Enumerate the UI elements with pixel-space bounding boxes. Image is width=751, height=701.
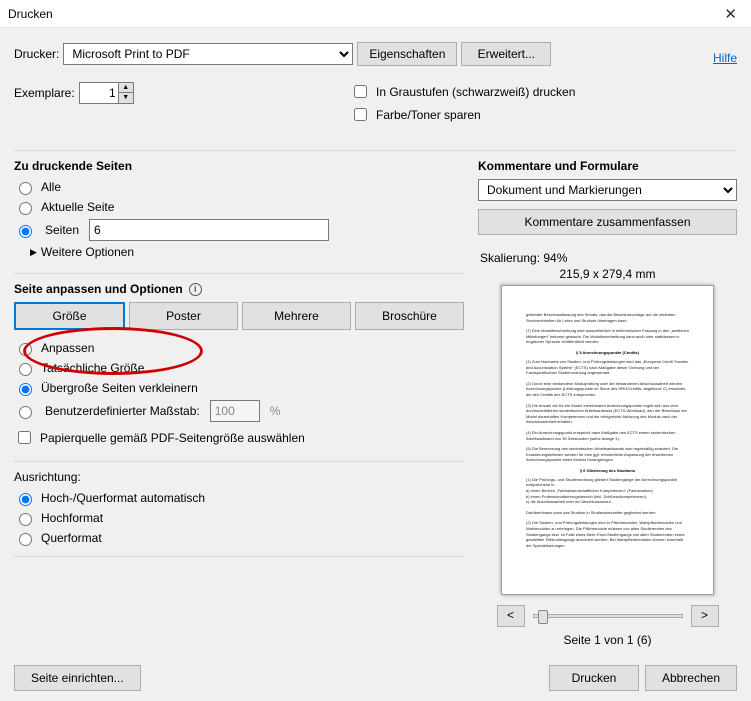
radio-fit-label: Anpassen: [41, 341, 94, 355]
orientation-title: Ausrichtung:: [14, 470, 464, 484]
tab-multiple[interactable]: Mehrere: [242, 302, 351, 330]
custom-scale-input: [210, 400, 260, 422]
radio-all-label: Alle: [41, 180, 61, 194]
radio-actual-label: Tatsächliche Größe: [41, 361, 144, 375]
printer-label: Drucker:: [14, 47, 59, 61]
radio-fit[interactable]: [19, 343, 32, 356]
preview-page: geltender Beschlussfassung des Senats, d…: [501, 285, 714, 595]
paper-source-label: Papierquelle gemäß PDF-Seitengröße auswä…: [40, 431, 305, 445]
info-icon[interactable]: i: [189, 283, 202, 296]
radio-custom-label: Benutzerdefinierter Maßstab:: [45, 404, 200, 418]
comments-title: Kommentare und Formulare: [478, 159, 737, 173]
radio-orient-landscape-label: Querformat: [41, 531, 102, 545]
page-setup-button[interactable]: Seite einrichten...: [14, 665, 141, 691]
spinner-down-icon[interactable]: ▼: [119, 93, 133, 103]
paper-source-checkbox[interactable]: [18, 431, 31, 444]
spinner-up-icon[interactable]: ▲: [119, 83, 133, 93]
radio-orient-portrait[interactable]: [19, 513, 32, 526]
radio-orient-portrait-label: Hochformat: [41, 511, 103, 525]
close-icon[interactable]: ✕: [718, 5, 743, 23]
copies-label: Exemplare:: [14, 86, 75, 100]
radio-orient-auto-label: Hoch-/Querformat automatisch: [41, 491, 205, 505]
triangle-right-icon[interactable]: ▶: [30, 247, 37, 258]
advanced-button[interactable]: Erweitert...: [461, 42, 551, 66]
preview-slider[interactable]: [533, 614, 683, 618]
copies-input[interactable]: [79, 82, 119, 104]
next-page-button[interactable]: >: [691, 605, 719, 627]
prev-page-button[interactable]: <: [497, 605, 525, 627]
radio-orient-auto[interactable]: [19, 493, 32, 506]
save-toner-label: Farbe/Toner sparen: [376, 108, 481, 122]
tab-poster[interactable]: Poster: [129, 302, 238, 330]
radio-custom[interactable]: [19, 406, 32, 419]
radio-current[interactable]: [19, 202, 32, 215]
save-toner-checkbox[interactable]: [354, 108, 367, 121]
more-options-toggle[interactable]: Weitere Optionen: [41, 245, 134, 259]
radio-actual[interactable]: [19, 363, 32, 376]
printer-select[interactable]: Microsoft Print to PDF: [63, 43, 353, 65]
radio-all[interactable]: [19, 182, 32, 195]
custom-scale-unit: %: [270, 404, 281, 418]
page-counter: Seite 1 von 1 (6): [478, 633, 737, 647]
grayscale-label: In Graustufen (schwarzweiß) drucken: [376, 85, 575, 99]
radio-shrink-label: Übergroße Seiten verkleinern: [41, 381, 198, 395]
summarize-comments-button[interactable]: Kommentare zusammenfassen: [478, 209, 737, 235]
properties-button[interactable]: Eigenschaften: [357, 42, 457, 66]
pages-input[interactable]: [89, 219, 329, 241]
radio-current-label: Aktuelle Seite: [41, 200, 114, 214]
tab-booklet[interactable]: Broschüre: [355, 302, 464, 330]
help-link[interactable]: Hilfe: [713, 51, 737, 65]
print-button[interactable]: Drucken: [549, 665, 639, 691]
copies-spinner[interactable]: ▲ ▼: [119, 82, 134, 104]
preview-dims: 215,9 x 279,4 mm: [478, 267, 737, 281]
slider-thumb[interactable]: [538, 610, 548, 624]
scale-label: Skalierung: 94%: [480, 251, 737, 265]
cancel-button[interactable]: Abbrechen: [645, 665, 737, 691]
radio-orient-landscape[interactable]: [19, 533, 32, 546]
sizing-title: Seite anpassen und Optionen: [14, 282, 183, 296]
comments-select[interactable]: Dokument und Markierungen: [478, 179, 737, 201]
radio-pages[interactable]: [19, 225, 32, 238]
tab-size[interactable]: Größe: [14, 302, 125, 330]
window-title: Drucken: [8, 7, 53, 21]
radio-shrink[interactable]: [19, 383, 32, 396]
grayscale-checkbox[interactable]: [354, 85, 367, 98]
pages-to-print-title: Zu druckende Seiten: [14, 159, 464, 173]
radio-pages-label: Seiten: [45, 223, 79, 237]
